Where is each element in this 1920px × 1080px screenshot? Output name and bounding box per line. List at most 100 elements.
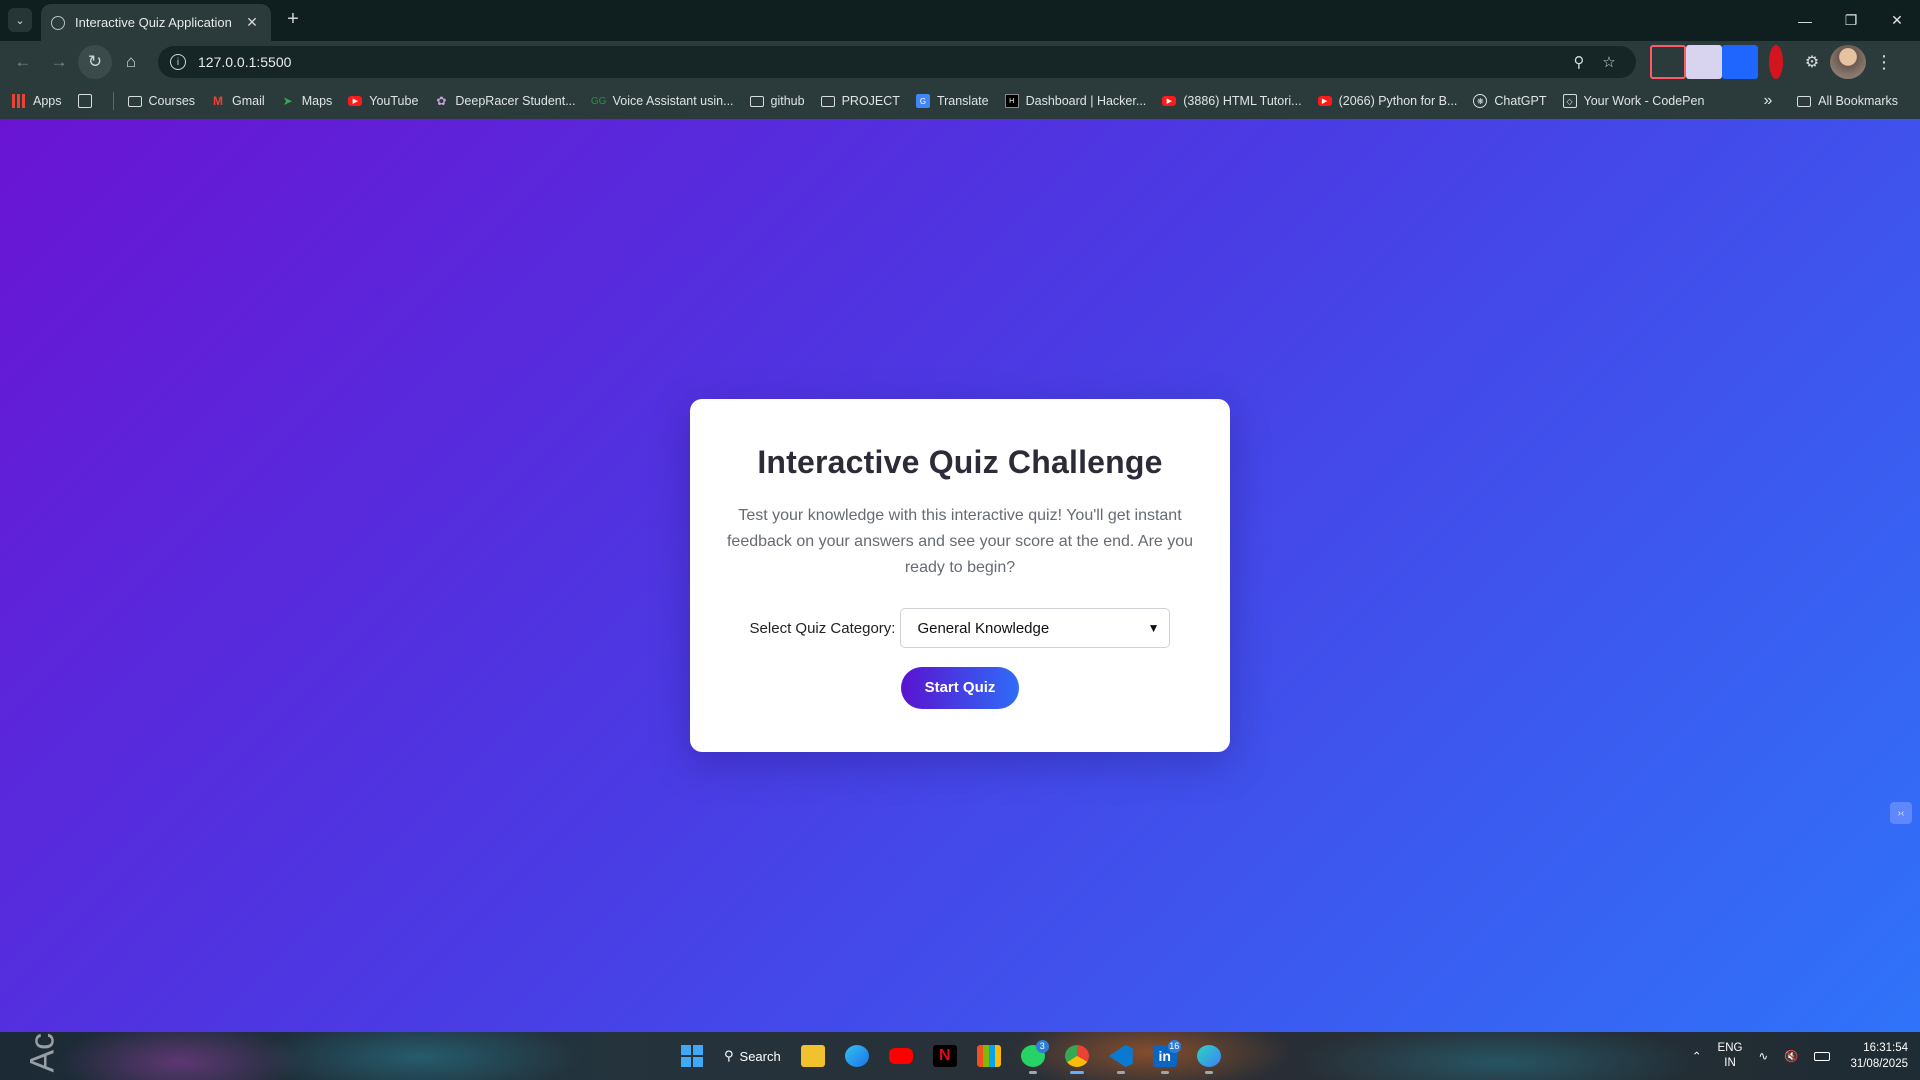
bookmark-label: All Bookmarks	[1818, 94, 1898, 108]
bookmark-gmail[interactable]: M Gmail	[203, 87, 273, 115]
running-indicator	[1069, 1071, 1084, 1074]
minimize-icon[interactable]: —	[1782, 0, 1828, 41]
extensions-area: ⚙ ⋮	[1650, 45, 1902, 79]
running-indicator	[1028, 1071, 1037, 1074]
tab-strip: ⌄ Interactive Quiz Application ✕ + — ❐ ✕	[0, 0, 1920, 41]
bookmark-deepracer[interactable]: ✿ DeepRacer Student...	[426, 87, 583, 115]
microsoft-store-icon[interactable]	[967, 1038, 1011, 1074]
cast-extension-icon[interactable]	[1650, 45, 1686, 79]
bookmark-maps[interactable]: ➤ Maps	[273, 87, 341, 115]
menu-kebab-icon[interactable]: ⋮	[1866, 45, 1902, 79]
all-bookmarks-button[interactable]: All Bookmarks	[1789, 87, 1906, 115]
wifi-icon[interactable]: ∿	[1758, 1049, 1768, 1063]
bookmark-label: github	[770, 94, 805, 108]
folder-icon	[1797, 95, 1812, 107]
bookmark-label: ChatGPT	[1494, 94, 1547, 108]
bookmark-label: Your Work - CodePen	[1583, 94, 1705, 108]
chevron-up-icon[interactable]: ⌃	[1692, 1049, 1702, 1063]
bookmark-project[interactable]: PROJECT	[813, 87, 908, 115]
globe-icon	[51, 15, 65, 30]
tab-search-button[interactable]: ⌄	[8, 8, 32, 32]
bookmark-translate[interactable]: G Translate	[908, 87, 997, 115]
close-icon[interactable]: ✕	[243, 14, 261, 32]
address-bar[interactable]: i 127.0.0.1:5500 ⚲ ☆	[158, 46, 1636, 78]
profile-avatar[interactable]	[1830, 45, 1866, 79]
forward-arrow-icon[interactable]: →	[42, 45, 76, 79]
vscode-icon[interactable]	[1099, 1038, 1143, 1074]
tab-title: Interactive Quiz Application	[75, 15, 232, 30]
page-title: Interactive Quiz Challenge	[757, 444, 1163, 480]
tab-groups-button[interactable]	[70, 87, 107, 115]
site-info-icon[interactable]: i	[170, 54, 186, 70]
windows-start-icon[interactable]	[670, 1038, 714, 1074]
back-arrow-icon[interactable]: ←	[6, 45, 40, 79]
language-code: ENG	[1717, 1042, 1743, 1054]
maps-icon: ➤	[282, 94, 293, 108]
folder-icon	[820, 95, 835, 107]
reload-icon[interactable]: ↻	[78, 45, 112, 79]
puzzle-extensions-icon[interactable]: ⚙	[1794, 45, 1830, 79]
bookmark-html-tutorial[interactable]: ▶ (3886) HTML Tutori...	[1154, 87, 1309, 115]
home-icon[interactable]: ⌂	[114, 45, 148, 79]
battery-icon[interactable]	[1814, 1051, 1831, 1061]
whatsapp-icon[interactable]: 3	[1011, 1038, 1055, 1074]
window-close-icon[interactable]: ✕	[1874, 0, 1920, 41]
speaker-muted-icon[interactable]: 🔇	[1784, 1049, 1798, 1063]
chevron-double-right-icon[interactable]: »	[1754, 87, 1782, 115]
edge-icon[interactable]	[835, 1038, 879, 1074]
youtube-app-icon[interactable]	[879, 1038, 923, 1074]
youtube-icon: ▶	[1162, 96, 1177, 106]
bookmark-codepen[interactable]: ◇ Your Work - CodePen	[1555, 87, 1713, 115]
category-select[interactable]: General Knowledge ▼	[900, 608, 1171, 648]
bookmarks-bar: Apps Courses M Gmail ➤ Maps ▶ YouTube ✿ …	[0, 83, 1920, 119]
taskbar-search-label: Search	[739, 1048, 781, 1064]
folder-icon	[749, 95, 764, 107]
bookmark-label: Gmail	[232, 94, 265, 108]
bookmark-courses[interactable]: Courses	[120, 87, 204, 115]
region-code: IN	[1724, 1057, 1736, 1069]
taskbar-apps: ⚲ Search N 3 in 16	[670, 1038, 1231, 1074]
bookmark-label: Translate	[936, 94, 989, 108]
bookmark-voice-assistant[interactable]: GG Voice Assistant usin...	[584, 87, 742, 115]
bookmark-hackerrank[interactable]: H Dashboard | Hacker...	[997, 87, 1155, 115]
browser-toolbar: ← → ↻ ⌂ i 127.0.0.1:5500 ⚲ ☆ ⚙ ⋮	[0, 41, 1920, 83]
windows-taskbar: Ac ⚲ Search N 3 in 16 ⌃ ENG IN ∿ 🔇 16:31…	[0, 1032, 1920, 1080]
block-extension-icon[interactable]	[1758, 45, 1794, 79]
copilot-icon[interactable]	[1187, 1038, 1231, 1074]
search-icon: ⚲	[724, 1048, 734, 1063]
file-explorer-icon[interactable]	[791, 1038, 835, 1074]
bookmark-youtube[interactable]: ▶ YouTube	[340, 87, 426, 115]
clock-date: 31/08/2025	[1850, 1058, 1908, 1070]
chatgpt-icon: ❋	[1473, 94, 1488, 108]
chrome-icon[interactable]	[1055, 1038, 1099, 1074]
system-tray: ⌃ ENG IN ∿ 🔇 16:31:54 31/08/2025	[1684, 1032, 1908, 1080]
bookmark-apps[interactable]: Apps	[4, 87, 70, 115]
category-label: Select Quiz Category:	[749, 619, 896, 637]
restore-icon[interactable]: ❐	[1828, 0, 1874, 41]
new-tab-button[interactable]: +	[282, 9, 304, 31]
bookmark-label: Apps	[33, 94, 62, 108]
start-quiz-button[interactable]: Start Quiz	[901, 667, 1019, 709]
side-panel-toggle-icon[interactable]: ›‹	[1890, 802, 1912, 824]
bookmark-chatgpt[interactable]: ❋ ChatGPT	[1465, 87, 1554, 115]
bookmark-github[interactable]: github	[742, 87, 813, 115]
folder-icon	[127, 95, 142, 107]
mail-extension-icon[interactable]	[1686, 45, 1722, 79]
deepracer-icon: ✿	[436, 94, 447, 108]
video-extension-icon[interactable]	[1722, 45, 1758, 79]
bookmark-python[interactable]: ▶ (2066) Python for B...	[1310, 87, 1466, 115]
active-tab[interactable]: Interactive Quiz Application ✕	[41, 4, 271, 41]
clock-time: 16:31:54	[1863, 1042, 1908, 1054]
clock[interactable]: 16:31:54 31/08/2025	[1850, 1040, 1908, 1072]
bookmark-label: Maps	[301, 94, 333, 108]
netflix-icon[interactable]: N	[923, 1038, 967, 1074]
youtube-icon: ▶	[1317, 96, 1332, 106]
bookmark-label: Courses	[148, 94, 196, 108]
linkedin-icon[interactable]: in 16	[1143, 1038, 1187, 1074]
language-indicator[interactable]: ENG IN	[1718, 1041, 1743, 1071]
codepen-icon: ◇	[1562, 94, 1577, 108]
zoom-icon[interactable]: ⚲	[1564, 53, 1594, 71]
url-text[interactable]: 127.0.0.1:5500	[198, 54, 1564, 70]
bookmark-star-icon[interactable]: ☆	[1594, 53, 1624, 71]
taskbar-search[interactable]: ⚲ Search	[714, 1038, 791, 1074]
